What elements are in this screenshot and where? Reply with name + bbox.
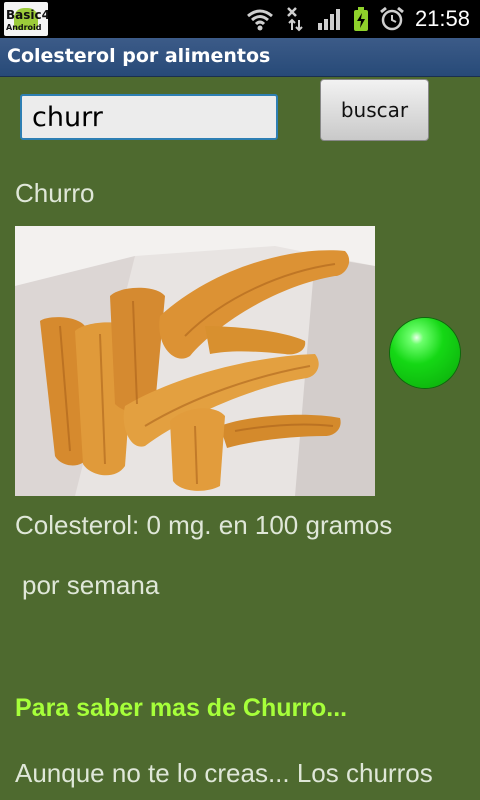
frequency-text: por semana: [22, 570, 160, 600]
battery-charging-icon: [353, 7, 368, 31]
search-input[interactable]: [20, 94, 278, 140]
description-text: Aunque no te lo creas... Los churros: [15, 758, 433, 788]
app-icon-line2: Android: [6, 23, 42, 32]
more-info-heading: Para saber mas de Churro...: [15, 694, 348, 722]
app-title: Colesterol por alimentos: [7, 45, 271, 67]
title-bar: Colesterol por alimentos: [0, 38, 480, 77]
app-icon-line1: Basic4: [6, 8, 48, 22]
status-icons: 21:58: [245, 0, 470, 38]
cholesterol-text: Colesterol: 0 mg. en 100 gramos: [15, 510, 393, 540]
status-clock: 21:58: [414, 6, 470, 31]
food-name: Churro: [15, 178, 95, 208]
basic4android-app-icon: Basic4 Android: [4, 2, 48, 36]
churro-photo: [15, 226, 375, 496]
status-bar: Basic4 Android 21:58: [0, 0, 480, 38]
search-button[interactable]: buscar: [320, 79, 429, 141]
alarm-icon: [380, 6, 404, 31]
wifi-icon: [246, 9, 273, 31]
no-data-icon: [287, 7, 303, 32]
signal-icon: [317, 9, 340, 30]
status-indicator-green-dot: [390, 318, 460, 388]
